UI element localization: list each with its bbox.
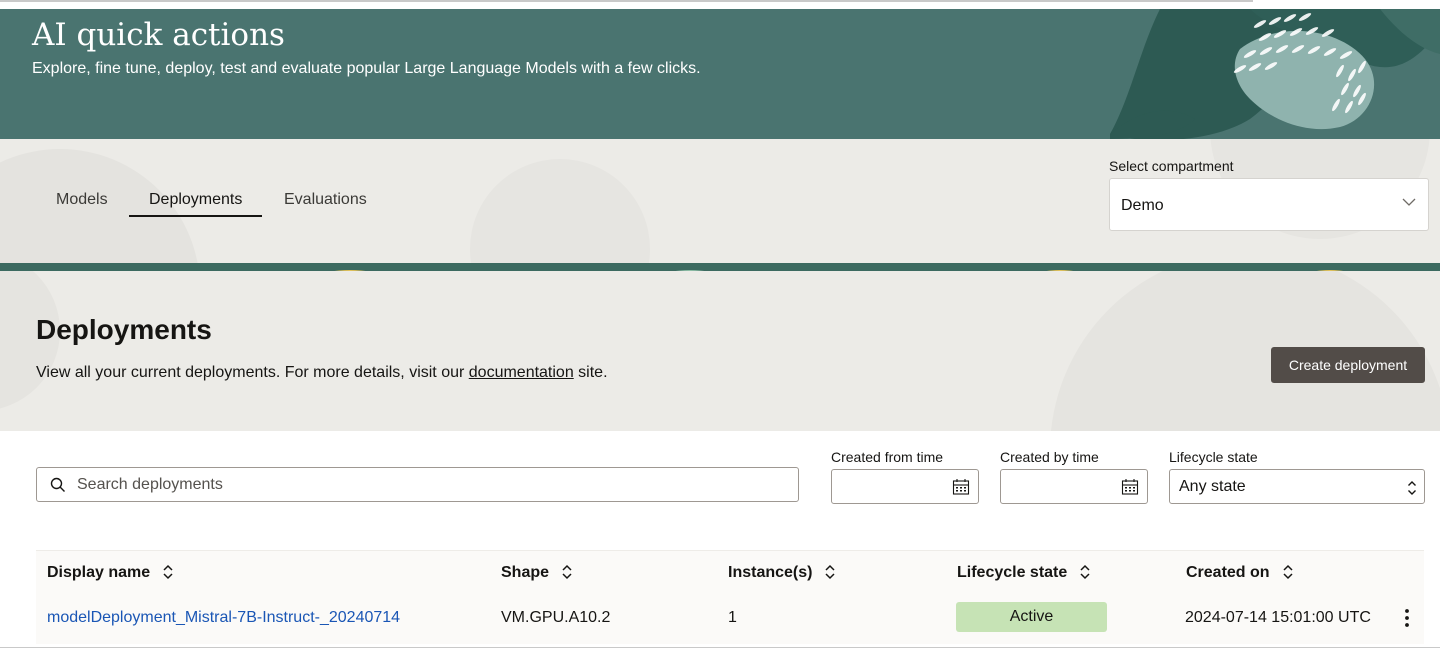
top-divider (0, 0, 1253, 2)
section-title: Deployments (36, 314, 212, 345)
column-instances[interactable]: Instance(s) (728, 564, 836, 582)
table-row: modelDeployment_Mistral-7B-Instruct-_202… (36, 594, 1424, 644)
tab-band: Models Deployments Evaluations Select co… (0, 139, 1440, 263)
deployment-name-link[interactable]: modelDeployment_Mistral-7B-Instruct-_202… (47, 609, 400, 627)
tab-deployments[interactable]: Deployments (129, 191, 263, 217)
column-display-name[interactable]: Display name (47, 564, 174, 582)
compartment-value: Demo (1121, 197, 1164, 214)
shape-cell: VM.GPU.A10.2 (501, 609, 611, 626)
sort-icon[interactable] (1079, 564, 1091, 580)
hero-banner: AI quick actions Explore, fine tune, dep… (0, 9, 1440, 139)
column-label: Shape (501, 564, 550, 581)
bottom-divider (0, 647, 1440, 648)
updown-chevron-icon (1408, 481, 1416, 495)
sort-icon[interactable] (1282, 564, 1294, 580)
created-from-field[interactable] (831, 469, 979, 504)
search-icon (50, 477, 65, 492)
created-from-label: Created from time (831, 449, 944, 465)
tab-models[interactable]: Models (36, 191, 128, 217)
column-label: Lifecycle state (957, 564, 1068, 581)
search-input[interactable] (77, 474, 777, 496)
lifecycle-state-label: Lifecycle state (1169, 449, 1258, 465)
tab-evaluations[interactable]: Evaluations (264, 191, 387, 217)
calendar-icon[interactable] (1121, 478, 1139, 496)
column-label: Display name (47, 564, 151, 581)
status-badge: Active (956, 602, 1107, 632)
section-description: View all your current deployments. For m… (36, 364, 608, 382)
create-deployment-button[interactable]: Create deployment (1271, 347, 1425, 383)
page-title: AI quick actions (32, 17, 285, 53)
sort-icon[interactable] (561, 564, 573, 580)
hero-illustration (1110, 9, 1440, 139)
compartment-select[interactable]: Demo (1109, 178, 1429, 231)
calendar-icon[interactable] (952, 478, 970, 496)
deployments-panel: Created from time Created by time Lifecy… (20, 431, 1440, 653)
description-text-end: site. (573, 364, 608, 381)
created-by-label: Created by time (1000, 449, 1099, 465)
header-texture (0, 271, 1440, 431)
created-on-cell: 2024-07-14 15:01:00 UTC (1185, 609, 1371, 626)
lifecycle-state-value: Any state (1179, 478, 1246, 495)
instances-cell: 1 (728, 609, 737, 626)
chevron-down-icon (1402, 198, 1416, 206)
column-lifecycle-state[interactable]: Lifecycle state (957, 564, 1091, 582)
sort-icon[interactable] (162, 564, 174, 580)
column-label: Created on (1186, 564, 1270, 581)
sort-icon[interactable] (824, 564, 836, 580)
lifecycle-state-select[interactable]: Any state (1169, 469, 1425, 504)
documentation-link[interactable]: documentation (469, 364, 574, 381)
more-actions-icon[interactable] (1400, 606, 1414, 630)
created-by-field[interactable] (1000, 469, 1148, 504)
page-subtitle: Explore, fine tune, deploy, test and eva… (32, 60, 701, 77)
deployments-header: Deployments View all your current deploy… (0, 271, 1440, 431)
description-text: View all your current deployments. For m… (36, 364, 469, 381)
search-box (36, 467, 799, 502)
column-label: Instance(s) (728, 564, 813, 581)
compartment-label: Select compartment (1109, 158, 1234, 174)
column-created-on[interactable]: Created on (1186, 564, 1294, 582)
table-header: Display name Shape Instance(s) Lifecycle… (36, 550, 1424, 594)
column-shape[interactable]: Shape (501, 564, 573, 582)
decorative-strip (0, 263, 1440, 271)
